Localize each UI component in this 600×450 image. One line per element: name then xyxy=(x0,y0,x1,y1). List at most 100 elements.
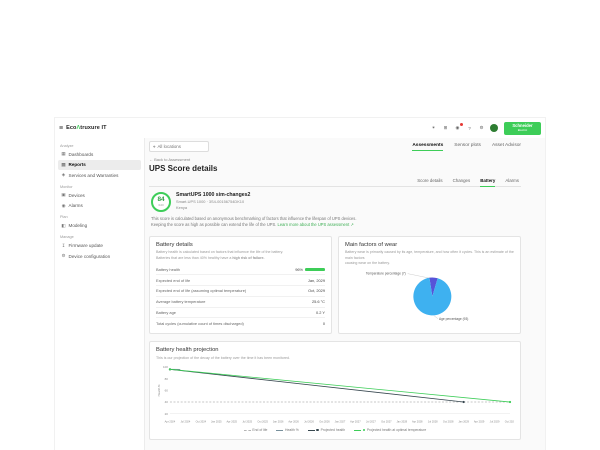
bell-glyph: ◉ xyxy=(455,125,459,131)
location-filter[interactable]: ⌖ xyxy=(149,141,209,152)
app-body: Analyze ▦Dashboards ▤Reports ◈Services a… xyxy=(55,138,545,450)
row-label: Total cycles (cumulative count of times … xyxy=(156,321,244,326)
svg-text:Jan 2027: Jan 2027 xyxy=(335,420,346,424)
legend-item[interactable]: Health % xyxy=(276,428,298,432)
sidebar-item-label: Reports xyxy=(69,162,86,167)
wear-pie-chart: Temperature percentage (7)Age percentage… xyxy=(345,267,514,322)
legend-item[interactable]: Projected health xyxy=(308,428,345,432)
sidebar-item-services-warranties[interactable]: ◈Services and Warranties xyxy=(58,170,141,180)
svg-text:Oct 2026: Oct 2026 xyxy=(319,420,330,424)
legend-item[interactable]: Projected health at optimal temperature xyxy=(354,428,426,432)
sidebar-item-label: Alarms xyxy=(69,203,83,208)
table-row: Battery health 96% xyxy=(156,264,325,275)
sidebar-group-plan: Plan xyxy=(60,215,139,219)
svg-text:20: 20 xyxy=(165,412,169,416)
cards-row: Battery details Battery health is calcul… xyxy=(149,236,521,334)
notifications-icon[interactable]: ◉ xyxy=(453,124,462,133)
sidebar-item-label: Dashboards xyxy=(69,152,94,157)
row-value: 96% xyxy=(295,267,303,272)
table-row: Expected end of life (assuming optimal t… xyxy=(156,286,325,297)
table-row: Total cycles (cumulative count of times … xyxy=(156,318,325,328)
device-model-serial: Smart-UPS 1000 · 3S4-00156754DK10 xyxy=(176,199,250,204)
settings-icon[interactable]: ⚙ xyxy=(477,124,486,133)
sidebar-item-dashboards[interactable]: ▦Dashboards xyxy=(58,149,141,159)
schneider-electric-logo: Schneider Electric xyxy=(504,122,541,135)
subtab-alarms[interactable]: Alarms xyxy=(505,178,519,186)
battery-details-card: Battery details Battery health is calcul… xyxy=(149,236,332,334)
svg-text:Age percentage (93): Age percentage (93) xyxy=(439,318,468,322)
screen: ≡ EcoΛtruxure IT ✶ ⊞ ◉ ? ⚙ Schneider Ele… xyxy=(0,0,600,450)
svg-text:100: 100 xyxy=(163,365,168,369)
sidebar-group-manage: Manage xyxy=(60,235,139,239)
sidebar-item-modeling[interactable]: ◧Modeling xyxy=(58,221,141,231)
wear-factors-desc: Battery wear is primarily caused by its … xyxy=(345,250,514,266)
device-configuration-icon: ⚙ xyxy=(61,253,66,259)
detail-subtabs: Score details Changes Battery Alarms xyxy=(149,176,521,187)
svg-text:40: 40 xyxy=(165,400,169,404)
projection-line-chart: 20406080100Health %Apr 2024Jul 2024Oct 2… xyxy=(156,363,514,427)
subtab-battery[interactable]: Battery xyxy=(480,178,495,186)
ups-score-badge: 84 /100 xyxy=(151,192,171,212)
wear-desc-line1: Battery wear is primarily caused by its … xyxy=(345,250,514,259)
menu-icon[interactable]: ≡ xyxy=(59,125,63,132)
svg-text:Apr 2025: Apr 2025 xyxy=(227,420,238,424)
subtab-changes[interactable]: Changes xyxy=(453,178,471,186)
tab-sensor-plots[interactable]: Sensor plots xyxy=(454,143,481,151)
svg-text:Apr 2028: Apr 2028 xyxy=(412,420,423,424)
page-title: UPS Score details xyxy=(149,164,521,173)
table-row: Battery age0.2 Y xyxy=(156,308,325,319)
apps-icon[interactable]: ⊞ xyxy=(441,124,450,133)
location-filter-input[interactable] xyxy=(157,144,205,149)
sidebar-item-alarms[interactable]: ◉Alarms xyxy=(58,201,141,211)
table-row: Average battery temperature25.6 °C xyxy=(156,297,325,308)
svg-text:Oct 2028: Oct 2028 xyxy=(443,420,454,424)
app-logo[interactable]: EcoΛtruxure IT xyxy=(66,125,107,131)
row-label: Expected end of life xyxy=(156,278,190,283)
device-name[interactable]: SmartUPS 1000 sim-changes2 xyxy=(176,192,250,198)
help-icon[interactable]: ? xyxy=(465,124,474,133)
projection-desc: This is our projection of the decay of t… xyxy=(156,356,514,361)
location-pin-icon: ⌖ xyxy=(153,144,155,149)
score-note-line2: Keeping the score as high as possible ca… xyxy=(151,222,276,227)
user-avatar[interactable] xyxy=(490,124,498,132)
sidebar-group-analyze: Analyze xyxy=(60,144,139,148)
firmware-update-icon: ↧ xyxy=(61,243,66,249)
sidebar-item-label: Firmware update xyxy=(69,243,103,248)
announcements-icon[interactable]: ✶ xyxy=(429,124,438,133)
sidebar-item-device-configuration[interactable]: ⚙Device configuration xyxy=(58,251,141,261)
sidebar-item-devices[interactable]: ▣Devices xyxy=(58,190,141,200)
svg-text:Jul 2026: Jul 2026 xyxy=(304,420,314,424)
learn-more-link[interactable]: Learn more about the UPS assessment ↗ xyxy=(278,222,354,227)
svg-text:60: 60 xyxy=(165,388,169,392)
battery-details-title: Battery details xyxy=(156,242,325,248)
tab-asset-advisor[interactable]: Asset Advisor xyxy=(492,143,521,151)
score-max: /100 xyxy=(158,204,163,207)
row-value: Jan, 2029 xyxy=(308,278,325,283)
subtab-score-details[interactable]: Score details xyxy=(417,178,442,186)
table-row: Expected end of life Jan, 2029 xyxy=(156,275,325,286)
device-summary: 84 /100 SmartUPS 1000 sim-changes2 Smart… xyxy=(151,192,519,212)
schneider-line2: Electric xyxy=(518,129,527,132)
sidebar-item-label: Services and Warranties xyxy=(69,173,119,178)
sidebar-item-reports[interactable]: ▤Reports xyxy=(58,160,141,170)
projection-title: Battery health projection xyxy=(156,347,514,353)
score-description: This score is calculated based on anonym… xyxy=(151,216,519,229)
svg-text:Jan 2029: Jan 2029 xyxy=(458,420,469,424)
tab-assessments[interactable]: Assessments xyxy=(412,143,443,151)
battery-projection-card: Battery health projection This is our pr… xyxy=(149,341,521,440)
svg-text:Jul 2024: Jul 2024 xyxy=(181,420,191,424)
svg-text:Oct 2029: Oct 2029 xyxy=(505,420,514,424)
dashboards-icon: ▦ xyxy=(61,151,66,157)
sidebar-item-label: Devices xyxy=(69,193,85,198)
sidebar-item-firmware-update[interactable]: ↧Firmware update xyxy=(58,241,141,251)
row-label: Battery health xyxy=(156,267,180,272)
sidebar-item-label: Device configuration xyxy=(69,254,111,259)
filter-tab-row: ⌖ Assessments Sensor plots Asset Advisor xyxy=(149,141,521,152)
back-link[interactable]: ← Back to Assessment xyxy=(149,157,521,162)
score-note-line1: This score is calculated based on anonym… xyxy=(151,216,356,221)
report-tabs: Assessments Sensor plots Asset Advisor xyxy=(412,141,521,151)
legend-item[interactable]: End of life xyxy=(244,428,268,432)
row-value: 25.6 °C xyxy=(312,299,325,304)
svg-text:Apr 2029: Apr 2029 xyxy=(474,420,485,424)
logo-suffix: truxure IT xyxy=(80,125,106,131)
